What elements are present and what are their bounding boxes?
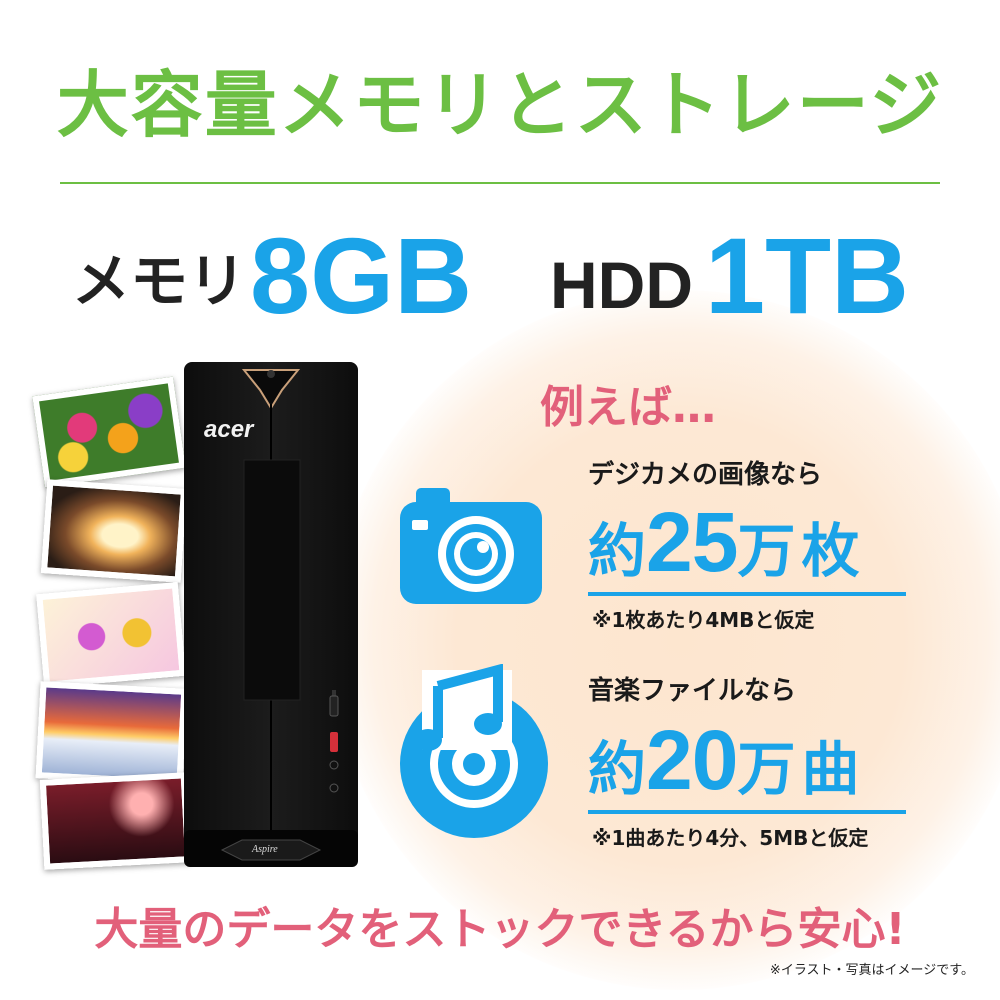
photo-snowy-sunset [35, 681, 188, 786]
camera-icon [396, 484, 546, 608]
photo-cave [40, 479, 188, 583]
photo-concert [39, 772, 192, 870]
storage-value: 1TB [705, 215, 910, 336]
music-example-prefix: 約 [588, 735, 647, 803]
photo-example-caption: デジカメの画像なら [588, 460, 823, 490]
pc-model-logo: Aspire [252, 844, 278, 855]
pc-brand-logo: acer [204, 416, 254, 443]
music-cd-icon [392, 663, 552, 844]
photo-example-amount: 約25万枚 [588, 500, 865, 584]
disclaimer: ※イラスト・写真はイメージです。 [769, 963, 974, 978]
photo-dancers [36, 581, 186, 689]
photo-example-underline [588, 592, 906, 596]
music-example-number: 20 [646, 713, 738, 807]
headline: 大容量メモリとストレージ [56, 63, 944, 147]
photo-example-number: 25 [646, 495, 738, 589]
photo-flowers [32, 376, 186, 488]
memory-label: メモリ [72, 247, 247, 315]
headline-divider [60, 182, 940, 184]
photo-example-suffix: 万枚 [737, 517, 866, 585]
music-example-caption: 音楽ファイルなら [588, 676, 797, 706]
music-example-suffix: 万曲 [737, 735, 866, 803]
music-example-underline [588, 810, 906, 814]
example-label: 例えば… [540, 382, 716, 433]
music-example-note: ※1曲あたり4分、5MBと仮定 [592, 826, 869, 850]
music-example-amount: 約20万曲 [588, 718, 865, 802]
photo-example-prefix: 約 [588, 517, 647, 585]
footer-message: 大量のデータをストックできるから安心! [94, 904, 906, 955]
pc-tower: acer Aspire [182, 360, 360, 870]
photo-example-note: ※1枚あたり4MBと仮定 [592, 608, 815, 632]
storage-label: HDD [550, 248, 693, 322]
memory-value: 8GB [250, 215, 473, 336]
